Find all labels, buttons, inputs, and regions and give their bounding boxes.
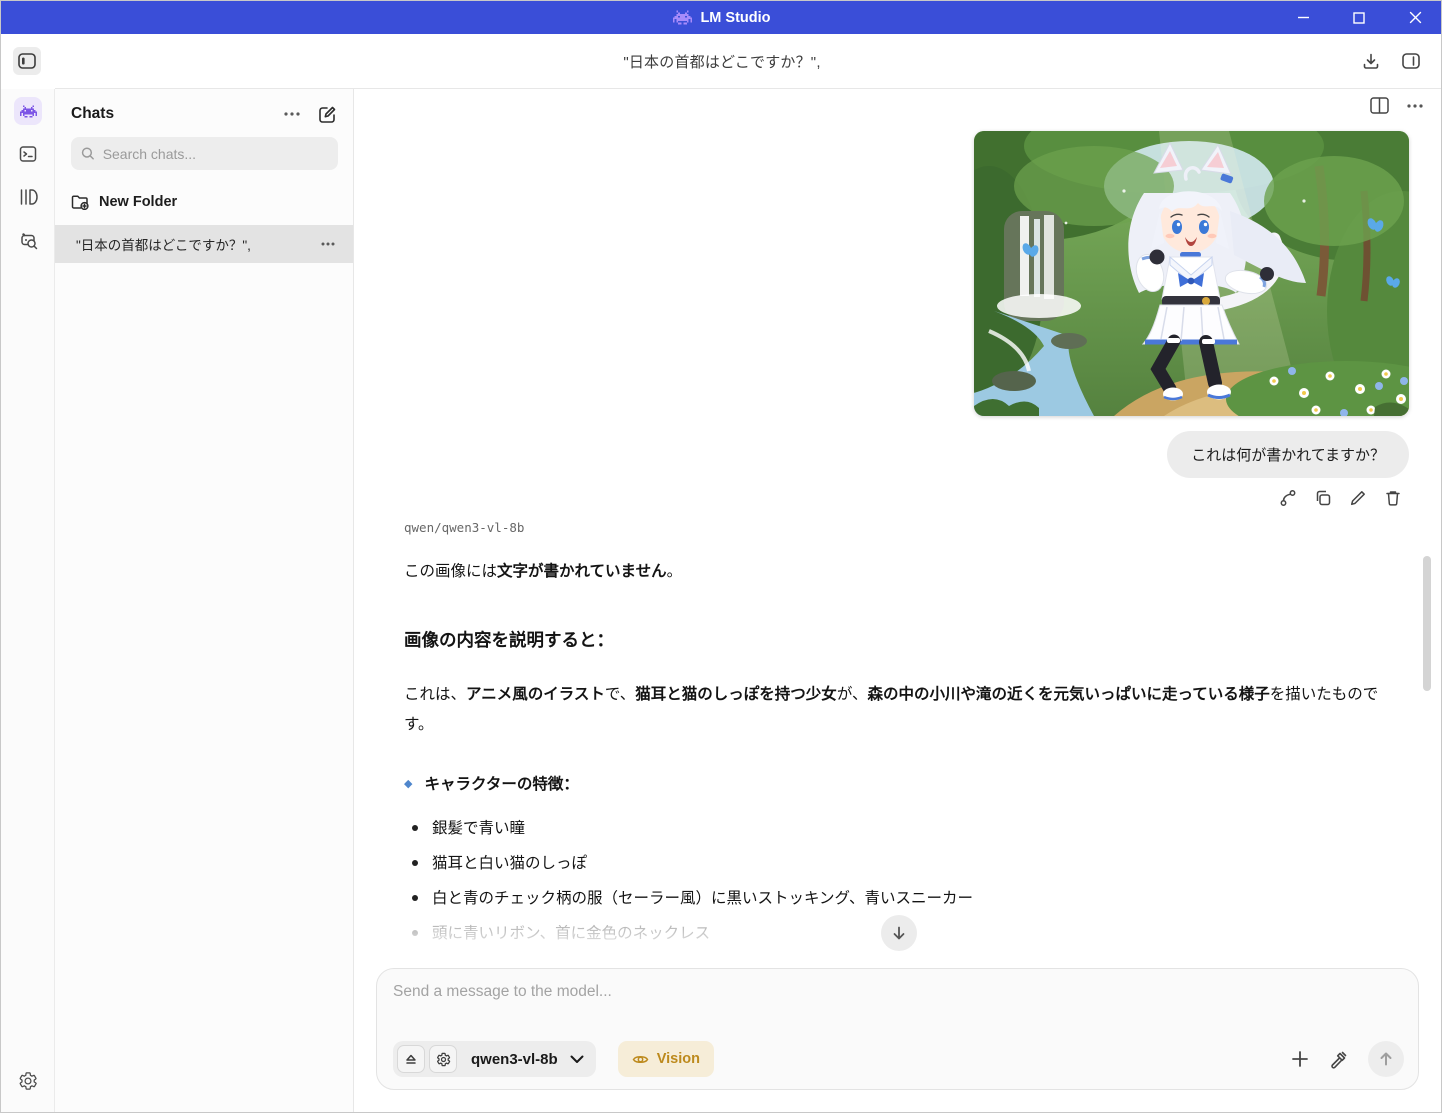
lm-studio-logo-icon	[673, 10, 693, 25]
eye-icon	[632, 1055, 649, 1063]
folder-plus-icon	[71, 195, 89, 210]
search-icon	[81, 147, 94, 160]
new-folder-button[interactable]: New Folder	[71, 189, 177, 215]
assistant-bullet-item: 猫耳と白い猫のしっぽ	[412, 853, 1396, 874]
scrollbar-thumb[interactable]	[1423, 556, 1431, 691]
chat-robot-icon	[19, 104, 37, 118]
assistant-model-name: qwen/qwen3-vl-8b	[404, 520, 525, 535]
diamond-icon: ◆	[404, 777, 413, 790]
user-attachment-image[interactable]	[974, 131, 1409, 416]
edit-icon[interactable]	[1349, 489, 1367, 507]
title-bar: LM Studio	[1, 1, 1441, 34]
assistant-message-body: この画像には文字が書かれていません。 画像の内容を説明すると： これは、アニメ風のイ…	[404, 557, 1396, 958]
vision-badge-label: Vision	[656, 1051, 700, 1067]
sidebar-toggle-button[interactable]	[13, 47, 41, 75]
assistant-bullet-item: 銀髪で青い瞳	[412, 818, 1396, 839]
chats-sidebar: Chats New Folder	[55, 89, 354, 1112]
model-search-icon	[20, 232, 37, 249]
rail-item-settings[interactable]	[14, 1067, 42, 1095]
split-view-icon[interactable]	[1370, 97, 1389, 114]
eject-icon	[406, 1054, 416, 1064]
gear-icon	[436, 1052, 450, 1066]
chevron-down-icon	[570, 1055, 584, 1063]
minimize-button[interactable]	[1275, 1, 1331, 34]
models-stack-icon	[20, 189, 38, 205]
rail-item-my-models[interactable]	[14, 183, 42, 211]
assistant-heading: 画像の内容を説明すると：	[404, 630, 614, 650]
delete-icon[interactable]	[1384, 489, 1402, 507]
user-message-text: これは何が書かれてますか？	[1191, 447, 1385, 464]
user-message-bubble: これは何が書かれてますか？	[1167, 431, 1409, 478]
chat-item-title: "日本の首都はどこですか？",	[76, 238, 251, 253]
model-selector[interactable]: qwen3-vl-8b	[393, 1041, 596, 1077]
sidebar-title: Chats	[71, 105, 115, 122]
terminal-icon	[19, 146, 37, 162]
branch-icon[interactable]	[1279, 489, 1297, 507]
message-composer: qwen3-vl-8b Vision	[376, 968, 1419, 1090]
vision-capability-badge: Vision	[617, 1041, 714, 1077]
chat-search-box[interactable]	[71, 137, 338, 170]
rail-item-discover[interactable]	[14, 226, 42, 254]
scroll-to-bottom-button[interactable]	[881, 915, 917, 951]
assistant-paragraph: この画像には文字が書かれていません。	[404, 563, 683, 580]
new-folder-label: New Folder	[99, 194, 178, 210]
chat-view-toolbar	[1370, 97, 1423, 114]
chat-list-item[interactable]: "日本の首都はどこですか？",	[55, 225, 353, 263]
app-window: LM Studio "日本の首都はどこですか？", Chats Search c…	[0, 0, 1442, 1113]
send-button[interactable]	[1368, 1041, 1404, 1077]
chat-header: "日本の首都はどこですか？",	[1, 34, 1441, 89]
assistant-paragraph: これは、アニメ風のイラストで、猫耳と猫のしっぽを持つ少女が、森の中の小川や滝の近…	[404, 686, 1379, 733]
chat-more-icon[interactable]	[1407, 103, 1423, 108]
tools-hammer-icon[interactable]	[1329, 1050, 1348, 1069]
new-chat-button[interactable]	[313, 100, 341, 128]
maximize-button[interactable]	[1331, 1, 1387, 34]
sidebar-more-button[interactable]	[279, 101, 305, 127]
composer-right-actions	[1291, 1041, 1404, 1077]
download-icon[interactable]	[1357, 47, 1385, 75]
loaded-model-label: qwen3-vl-8b	[471, 1050, 558, 1068]
message-input[interactable]	[393, 983, 1402, 1027]
app-title: LM Studio	[700, 9, 771, 26]
assistant-diamond-bullet: ◆ キャラクターの特徴：	[404, 776, 579, 793]
close-button[interactable]	[1387, 1, 1441, 34]
rail-item-developer[interactable]	[14, 140, 42, 168]
window-controls	[1275, 1, 1441, 34]
model-settings-button[interactable]	[429, 1045, 457, 1073]
chat-title: "日本の首都はどこですか？",	[623, 54, 821, 71]
search-input[interactable]	[102, 145, 328, 162]
anime-illustration	[974, 131, 1409, 416]
message-actions	[1279, 489, 1402, 507]
eject-model-button[interactable]	[397, 1045, 425, 1073]
rail-item-chat[interactable]	[14, 97, 42, 125]
composer-toolbar: qwen3-vl-8b Vision	[393, 1041, 1404, 1077]
copy-icon[interactable]	[1314, 489, 1332, 507]
attach-plus-icon[interactable]	[1291, 1050, 1309, 1068]
chat-item-more-button[interactable]	[317, 233, 339, 255]
gear-icon	[19, 1072, 37, 1090]
app-brand: LM Studio	[673, 9, 771, 26]
right-panel-toggle-icon[interactable]	[1397, 47, 1425, 75]
navigation-rail	[1, 89, 55, 1112]
